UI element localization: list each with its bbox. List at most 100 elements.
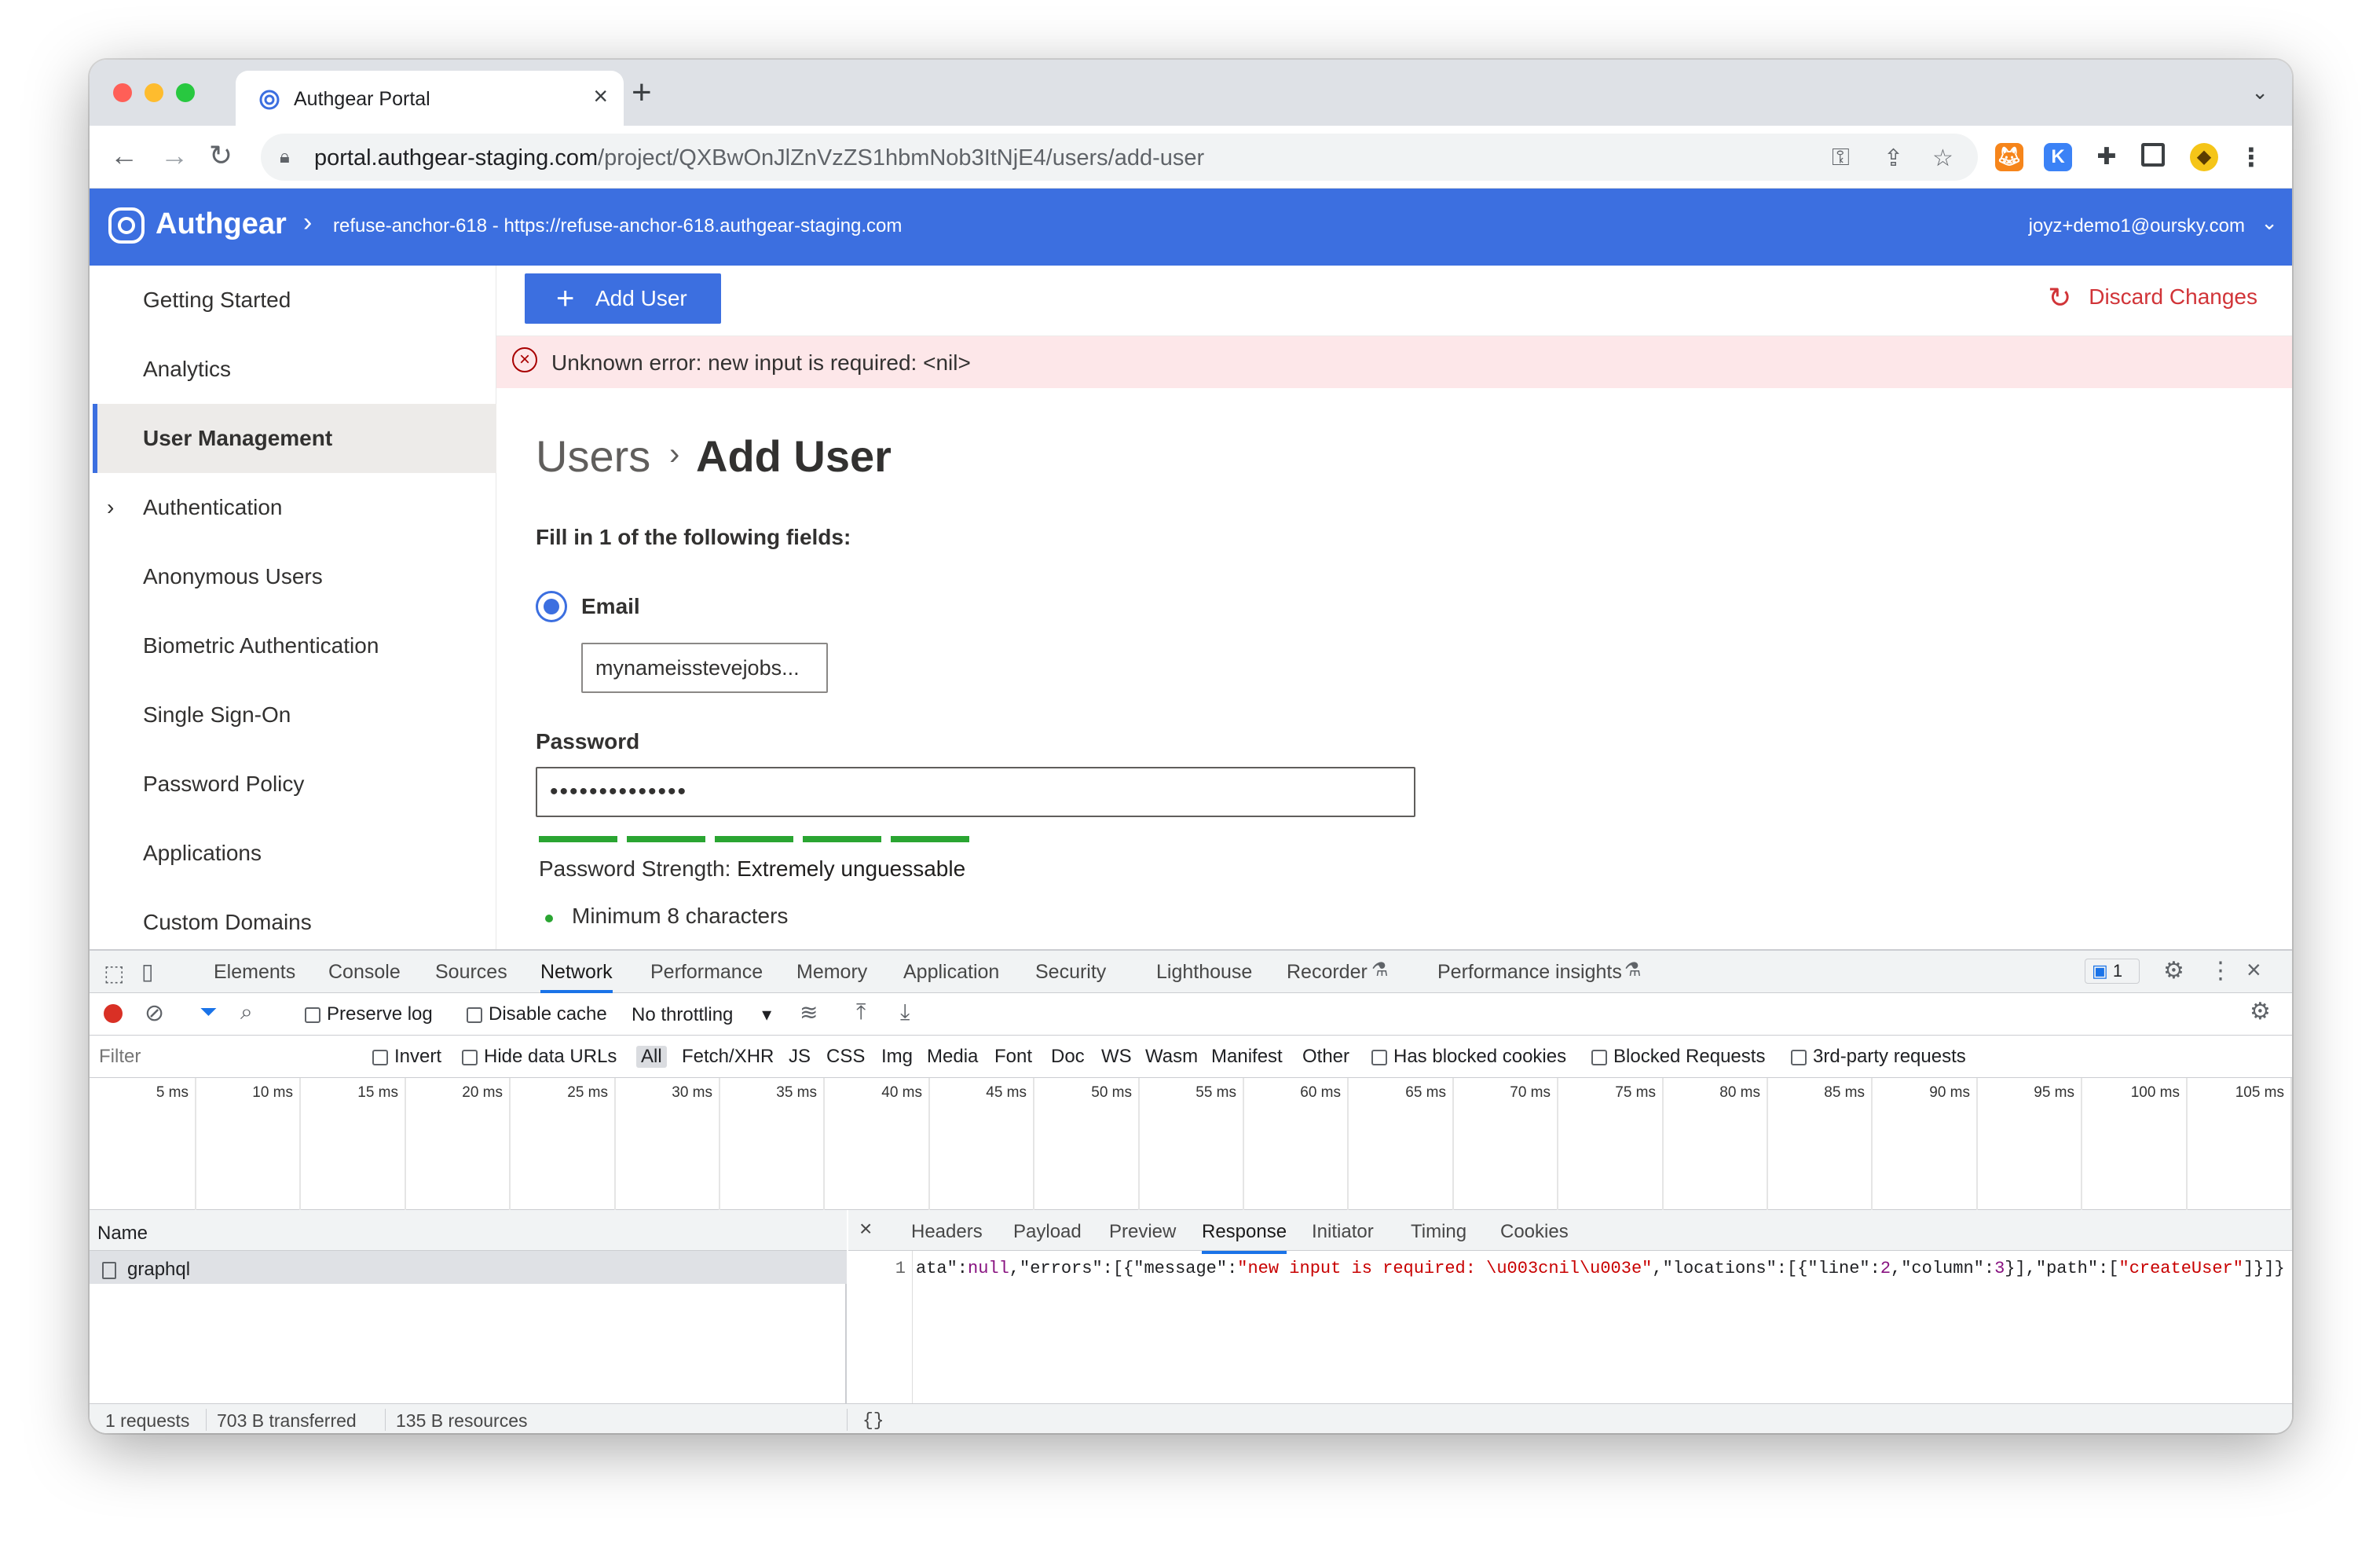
third-party-requests-checkbox[interactable]: 3rd-party requests <box>1791 1046 1966 1068</box>
tab-performance[interactable]: Performance <box>650 961 763 984</box>
record-icon[interactable] <box>104 1004 123 1023</box>
filter-type-css[interactable]: CSS <box>826 1046 865 1068</box>
profile-avatar-icon[interactable]: ◆ <box>2190 143 2218 171</box>
share-icon[interactable]: ⇪ <box>1884 145 1903 172</box>
sidebar-item-single-sign-on[interactable]: Single Sign-On <box>93 680 496 750</box>
maximize-window-button[interactable] <box>176 83 195 102</box>
new-tab-icon[interactable]: + <box>632 75 652 110</box>
tab-cookies[interactable]: Cookies <box>1500 1221 1569 1243</box>
tab-network[interactable]: Network <box>540 961 613 993</box>
tab-elements[interactable]: Elements <box>214 961 295 984</box>
sidebar-item-biometric-authentication[interactable]: Biometric Authentication <box>93 611 496 680</box>
has-blocked-cookies-checkbox[interactable]: Has blocked cookies <box>1371 1046 1566 1068</box>
tab-recorder[interactable]: Recorder <box>1287 961 1368 984</box>
metamask-extension-icon[interactable]: 🦊︎ <box>1995 143 2023 171</box>
sidebar-item-getting-started[interactable]: Getting Started <box>93 266 496 335</box>
tab-search-chevron-icon[interactable]: ⌄ <box>2251 80 2268 104</box>
address-bar[interactable]: 🔒︎ portal.authgear-staging.com/project/Q… <box>261 134 1978 181</box>
tab-application[interactable]: Application <box>903 961 999 984</box>
add-user-button[interactable]: + Add User <box>525 273 721 324</box>
issues-badge[interactable]: ▣ 1 <box>2085 959 2140 984</box>
filter-type-all[interactable]: All <box>636 1046 667 1068</box>
back-icon[interactable]: ← <box>110 140 138 171</box>
sidebar-item-anonymous-users[interactable]: Anonymous Users <box>93 542 496 611</box>
tab-memory[interactable]: Memory <box>796 961 867 984</box>
tab-performance-insights[interactable]: Performance insights <box>1437 961 1622 984</box>
k-extension-icon[interactable]: K <box>2044 143 2072 171</box>
blocked-requests-checkbox[interactable]: Blocked Requests <box>1591 1046 1765 1068</box>
filter-type-font[interactable]: Font <box>994 1046 1032 1068</box>
settings-gear-icon[interactable]: ⚙ <box>2163 957 2184 984</box>
side-panel-icon[interactable] <box>2141 143 2165 167</box>
pretty-print-button[interactable]: {} <box>862 1410 884 1431</box>
extensions-puzzle-icon[interactable]: ✚ <box>2093 143 2121 171</box>
tab-payload[interactable]: Payload <box>1013 1221 1082 1243</box>
tab-timing[interactable]: Timing <box>1411 1221 1466 1243</box>
preserve-log-checkbox[interactable]: Preserve log <box>305 1003 433 1025</box>
filter-type-ws[interactable]: WS <box>1101 1046 1132 1068</box>
close-tab-icon[interactable]: × <box>593 82 608 111</box>
filter-type-doc[interactable]: Doc <box>1051 1046 1085 1068</box>
name-column-header[interactable]: Name <box>90 1210 847 1251</box>
breadcrumb-users[interactable]: Users <box>536 431 650 482</box>
sidebar-item-applications[interactable]: Applications <box>93 819 496 888</box>
tab-initiator[interactable]: Initiator <box>1312 1221 1374 1243</box>
email-radio[interactable] <box>536 591 567 622</box>
close-details-icon[interactable]: × <box>859 1216 872 1241</box>
request-row-graphql[interactable]: graphql <box>90 1251 847 1284</box>
email-field[interactable]: mynameisstevejobs... <box>581 643 828 693</box>
key-icon[interactable]: ⚿ <box>1832 145 1850 171</box>
response-body[interactable]: 1 ata":null,"errors":[{"message":"new in… <box>848 1251 2292 1403</box>
network-settings-gear-icon[interactable]: ⚙ <box>2250 998 2271 1025</box>
network-conditions-icon[interactable]: ≋ <box>800 999 818 1025</box>
filter-type-other[interactable]: Other <box>1302 1046 1349 1068</box>
project-link[interactable]: refuse-anchor-618 - https://refuse-ancho… <box>333 215 902 237</box>
bookmark-star-icon[interactable]: ☆ <box>1932 145 1953 172</box>
tab-headers[interactable]: Headers <box>911 1221 983 1243</box>
filter-funnel-icon[interactable]: ⏷ <box>200 999 217 1025</box>
reload-icon[interactable]: ↻ <box>209 140 233 171</box>
disable-cache-checkbox[interactable]: Disable cache <box>467 1003 607 1025</box>
filter-input[interactable] <box>94 1042 361 1072</box>
device-toolbar-icon[interactable]: ▯ <box>141 959 153 984</box>
export-har-icon[interactable]: ⤓ <box>900 999 910 1025</box>
tab-sources[interactable]: Sources <box>435 961 507 984</box>
tab-preview[interactable]: Preview <box>1109 1221 1176 1243</box>
devtools-menu-icon[interactable]: ⋮ <box>2209 957 2232 984</box>
user-menu-chevron-icon[interactable]: ⌄ <box>2261 211 2278 235</box>
hide-data-urls-checkbox[interactable]: Hide data URLs <box>462 1046 617 1068</box>
network-timeline[interactable]: 5 ms 10 ms 15 ms 20 ms 25 ms 30 ms 35 ms 40 ms 4… <box>90 1078 2292 1210</box>
tab-security[interactable]: Security <box>1035 961 1106 984</box>
filter-type-img[interactable]: Img <box>881 1046 913 1068</box>
inspect-element-icon[interactable]: ⬚ <box>104 960 124 986</box>
sidebar-item-password-policy[interactable]: Password Policy <box>93 750 496 819</box>
expand-chevron-icon[interactable]: › <box>107 473 114 542</box>
filter-type-js[interactable]: JS <box>789 1046 811 1068</box>
filter-type-wasm[interactable]: Wasm <box>1145 1046 1198 1068</box>
minimize-window-button[interactable] <box>145 83 163 102</box>
sidebar-item-user-management[interactable]: User Management <box>93 404 496 473</box>
discard-changes-button[interactable]: ↻ Discard Changes <box>2048 281 2257 314</box>
password-field[interactable]: •••••••••••••• <box>536 767 1415 817</box>
timeline-gridline <box>719 1078 720 1210</box>
search-icon[interactable]: ⌕ <box>240 999 253 1025</box>
invert-checkbox[interactable]: Invert <box>372 1046 441 1068</box>
sidebar-item-custom-domains[interactable]: Custom Domains <box>93 888 496 957</box>
close-devtools-icon[interactable]: × <box>2246 955 2261 984</box>
throttling-select[interactable]: No throttling ▾ <box>632 1003 771 1026</box>
tab-response[interactable]: Response <box>1202 1221 1287 1254</box>
filter-type-manifest[interactable]: Manifest <box>1211 1046 1283 1068</box>
tab-lighthouse[interactable]: Lighthouse <box>1156 961 1252 984</box>
clear-icon[interactable]: ⊘ <box>145 999 164 1027</box>
sidebar-item-analytics[interactable]: Analytics <box>93 335 496 404</box>
tab-console[interactable]: Console <box>328 961 401 984</box>
close-window-button[interactable] <box>113 83 132 102</box>
browser-tab[interactable]: Authgear Portal × <box>236 71 624 126</box>
user-email[interactable]: joyz+demo1@oursky.com <box>2029 215 2245 237</box>
forward-icon[interactable]: → <box>160 140 189 171</box>
filter-type-media[interactable]: Media <box>927 1046 978 1068</box>
filter-type-fetch-xhr[interactable]: Fetch/XHR <box>682 1046 774 1068</box>
browser-menu-icon[interactable]: ⋮ <box>2237 143 2265 171</box>
import-har-icon[interactable]: ⤒ <box>856 999 866 1025</box>
sidebar-item-authentication[interactable]: › Authentication <box>93 473 496 542</box>
